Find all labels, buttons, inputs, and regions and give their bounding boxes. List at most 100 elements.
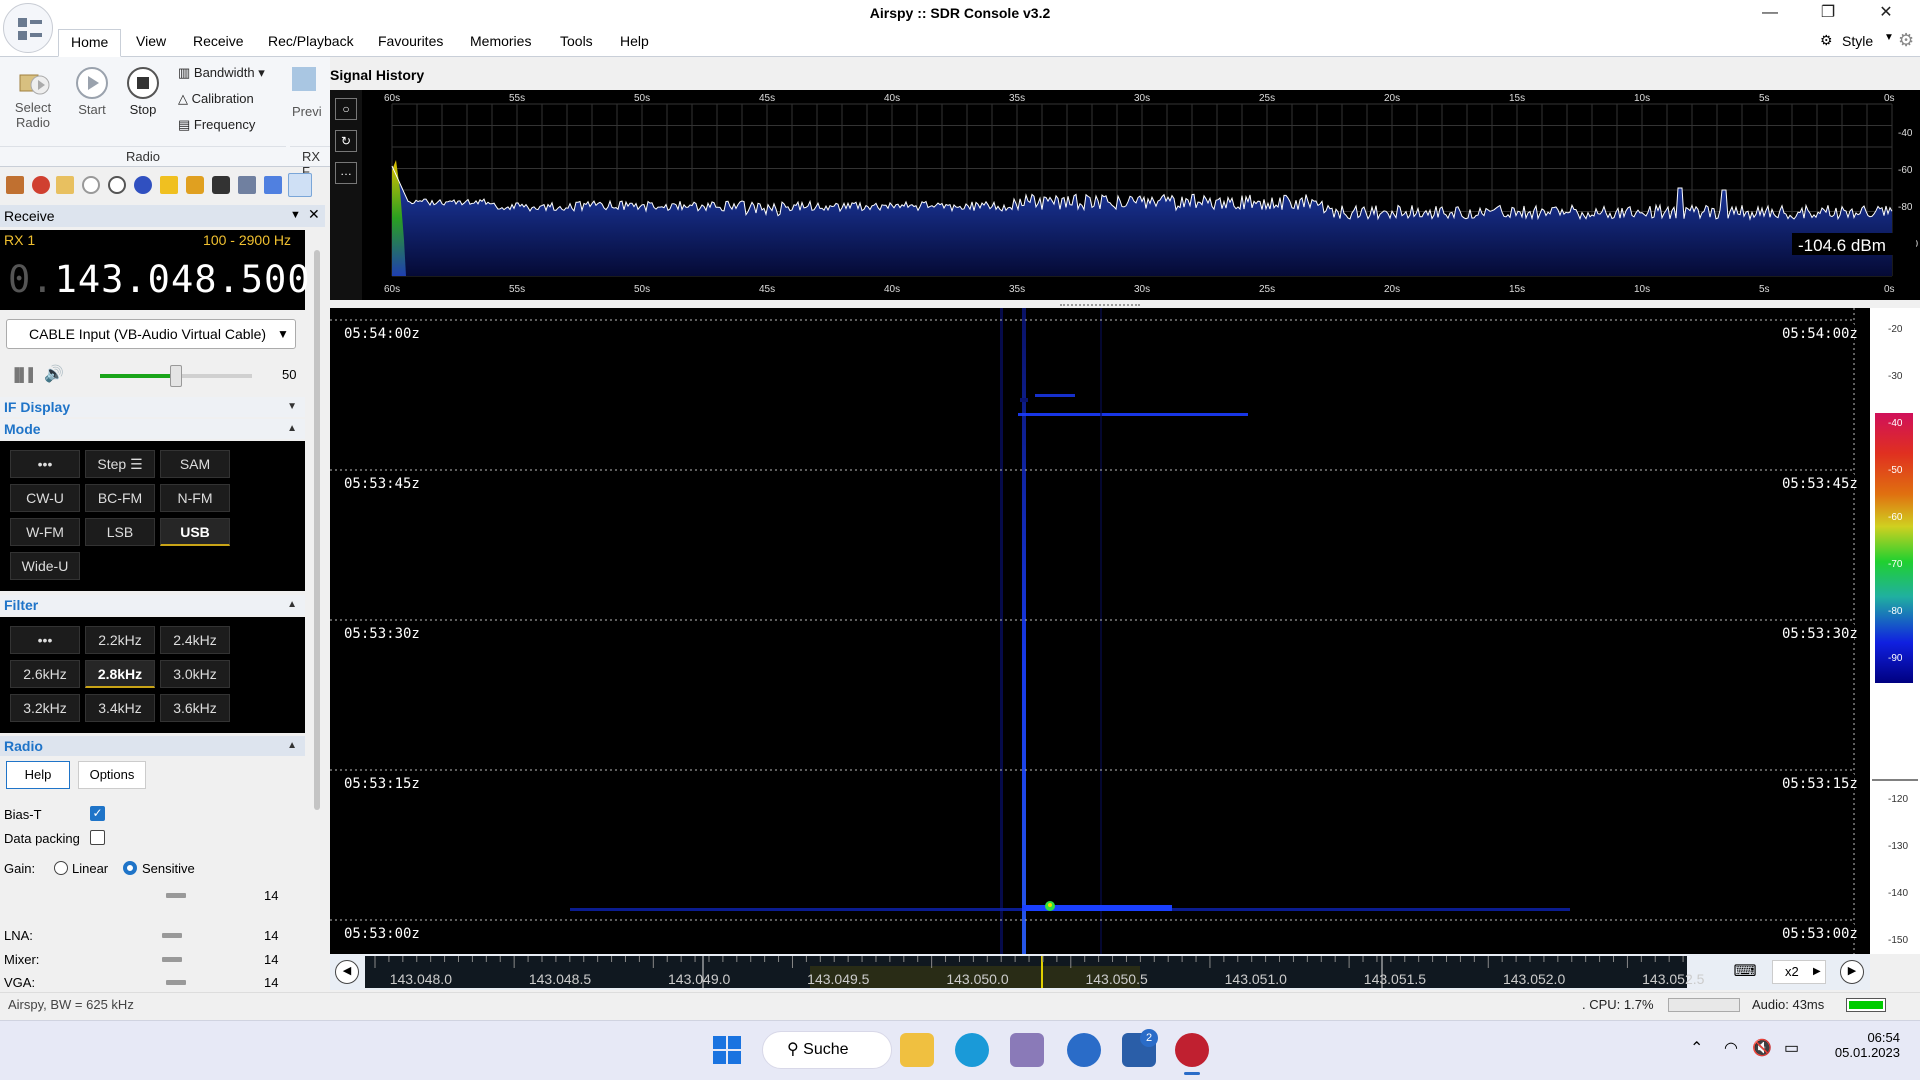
speaker-muted-icon[interactable]: 🔇 xyxy=(1752,1038,1772,1058)
gain-slider[interactable] xyxy=(166,893,186,898)
taskbar-search[interactable]: ⚲ Suche xyxy=(762,1031,892,1069)
file-explorer-icon[interactable] xyxy=(900,1033,934,1067)
filter-2-8khz-button[interactable]: 2.8kHz xyxy=(85,660,155,688)
minimize-button[interactable]: — xyxy=(1742,0,1798,28)
tab-home[interactable]: Home xyxy=(58,29,122,57)
radio-help-button[interactable]: Help xyxy=(6,761,70,789)
mode-wide-u-button[interactable]: Wide-U xyxy=(10,552,80,580)
folder-icon[interactable] xyxy=(56,176,74,194)
chart-icon[interactable] xyxy=(288,173,312,197)
reset-icon[interactable]: ↻ xyxy=(335,130,357,152)
history-time-label: 30s xyxy=(1134,93,1150,104)
plus-icon[interactable] xyxy=(134,176,152,194)
mode-section-header[interactable]: Mode ▲ xyxy=(0,419,305,439)
mode-usb-button[interactable]: USB xyxy=(160,518,230,546)
gain-linear-radio[interactable] xyxy=(54,861,68,875)
vga-slider[interactable] xyxy=(166,980,186,985)
frequency-display[interactable]: RX 1 100 - 2900 Hz 0.143.048.500 xyxy=(0,230,310,310)
mode-step-button[interactable]: Step ☰ xyxy=(85,450,155,478)
camera-icon[interactable] xyxy=(212,176,230,194)
mode-lsb-button[interactable]: LSB xyxy=(85,518,155,546)
filter-2-4khz-button[interactable]: 2.4kHz xyxy=(160,626,230,654)
frequency-button[interactable]: ▤ Frequency xyxy=(178,117,255,133)
filter-2-6khz-button[interactable]: 2.6kHz xyxy=(10,660,80,688)
filter-more-button[interactable]: ••• xyxy=(10,626,80,654)
zoom-select[interactable]: x2 ▶ xyxy=(1772,960,1826,984)
style-menu[interactable]: Style xyxy=(1842,33,1873,49)
start-button[interactable]: Start xyxy=(74,67,110,117)
scroll-left-button[interactable]: ◀ xyxy=(335,960,359,984)
volume-slider-thumb[interactable] xyxy=(170,365,182,387)
snipping-tool-icon[interactable] xyxy=(1010,1033,1044,1067)
mode-w-fm-button[interactable]: W-FM xyxy=(10,518,80,546)
windows-start-icon[interactable] xyxy=(712,1035,742,1065)
filter-3-2khz-button[interactable]: 3.2kHz xyxy=(10,694,80,722)
more-icon[interactable]: … xyxy=(335,162,357,184)
scroll-right-button[interactable]: ▶ xyxy=(1840,960,1864,984)
filter-label: Filter xyxy=(4,597,39,613)
application-menu-button[interactable] xyxy=(3,3,53,53)
close-icon[interactable]: ✕ xyxy=(308,206,320,223)
timestamp-left: 05:53:45z xyxy=(344,476,420,492)
gain-sensitive-radio[interactable] xyxy=(123,861,137,875)
settings-icon[interactable]: ⚙ xyxy=(1898,30,1914,51)
audio-device-select[interactable]: CABLE Input (VB-Audio Virtual Cable) ▼ xyxy=(6,319,296,349)
filter-section-header[interactable]: Filter ▲ xyxy=(0,595,305,615)
chevron-down-icon[interactable]: ▼ xyxy=(290,209,301,221)
filter-3-0khz-button[interactable]: 3.0kHz xyxy=(160,660,230,688)
tab-rec-playback[interactable]: Rec/Playback xyxy=(268,33,354,49)
speaker-icon[interactable]: 🔊 xyxy=(44,364,64,384)
keyboard-icon[interactable]: ⌨ xyxy=(1728,960,1762,984)
mode-sam-button[interactable]: SAM xyxy=(160,450,230,478)
gear-icon[interactable]: ⚙ xyxy=(1820,32,1833,49)
clock[interactable]: 06:54 05.01.2023 xyxy=(1820,1030,1900,1060)
close-button[interactable]: ✕ xyxy=(1858,0,1914,28)
if-display-section-header[interactable]: IF Display ▼ xyxy=(0,397,305,417)
bandwidth-button[interactable]: ▥ Bandwidth ▾ xyxy=(178,65,265,81)
mode-cw-u-button[interactable]: CW-U xyxy=(10,484,80,512)
lna-slider[interactable] xyxy=(162,933,182,938)
undo-icon[interactable] xyxy=(264,176,282,194)
left-panel-scrollbar[interactable] xyxy=(314,250,320,810)
radio-section-header[interactable]: Radio ▲ xyxy=(0,736,305,756)
panel-splitter[interactable] xyxy=(1060,304,1140,307)
mode-n-fm-button[interactable]: N-FM xyxy=(160,484,230,512)
lock-icon[interactable] xyxy=(186,176,204,194)
play-small-icon[interactable] xyxy=(82,176,100,194)
data-packing-checkbox[interactable] xyxy=(90,830,105,845)
mode-bc-fm-button[interactable]: BC-FM xyxy=(85,484,155,512)
tab-favourites[interactable]: Favourites xyxy=(378,33,443,49)
tab-tools[interactable]: Tools xyxy=(560,33,593,49)
tab-help[interactable]: Help xyxy=(620,33,649,49)
chevron-up-icon[interactable]: ⌃ xyxy=(1690,1038,1703,1058)
calibration-button[interactable]: △ Calibration xyxy=(178,91,254,107)
battery-icon[interactable]: ▭ xyxy=(1784,1038,1799,1058)
preview-button[interactable]: Previ xyxy=(292,67,328,119)
tab-view[interactable]: View xyxy=(136,33,166,49)
restore-button[interactable]: ❐ xyxy=(1800,0,1856,28)
scale-label: -40 xyxy=(1888,418,1903,429)
filter-3-6khz-button[interactable]: 3.6kHz xyxy=(160,694,230,722)
tab-receive[interactable]: Receive xyxy=(193,33,244,49)
stop-button[interactable]: Stop xyxy=(125,67,161,117)
record-icon[interactable]: ○ xyxy=(335,98,357,120)
star-icon[interactable] xyxy=(160,176,178,194)
sdr-console-icon[interactable] xyxy=(1175,1033,1209,1067)
select-radio-button[interactable]: Select Radio xyxy=(12,63,54,130)
frequency-readout[interactable]: 0.143.048.500 xyxy=(8,258,311,301)
filter-3-4khz-button[interactable]: 3.4kHz xyxy=(85,694,155,722)
flask-icon[interactable] xyxy=(238,176,256,194)
bias-t-checkbox[interactable]: ✓ xyxy=(90,806,105,821)
radio-options-button[interactable]: Options xyxy=(78,761,146,789)
spectrum-bars-icon[interactable]: ▐▌▌ xyxy=(10,367,38,382)
tab-memories[interactable]: Memories xyxy=(470,33,531,49)
mixer-slider[interactable] xyxy=(162,957,182,962)
steam-icon[interactable] xyxy=(1067,1033,1101,1067)
mode-more-button[interactable]: ••• xyxy=(10,450,80,478)
home-icon[interactable] xyxy=(6,176,24,194)
stop-small-icon[interactable] xyxy=(108,176,126,194)
wifi-icon[interactable]: ◠ xyxy=(1724,1038,1738,1058)
lifebuoy-icon[interactable] xyxy=(32,176,50,194)
edge-browser-icon[interactable] xyxy=(955,1033,989,1067)
filter-2-2khz-button[interactable]: 2.2kHz xyxy=(85,626,155,654)
